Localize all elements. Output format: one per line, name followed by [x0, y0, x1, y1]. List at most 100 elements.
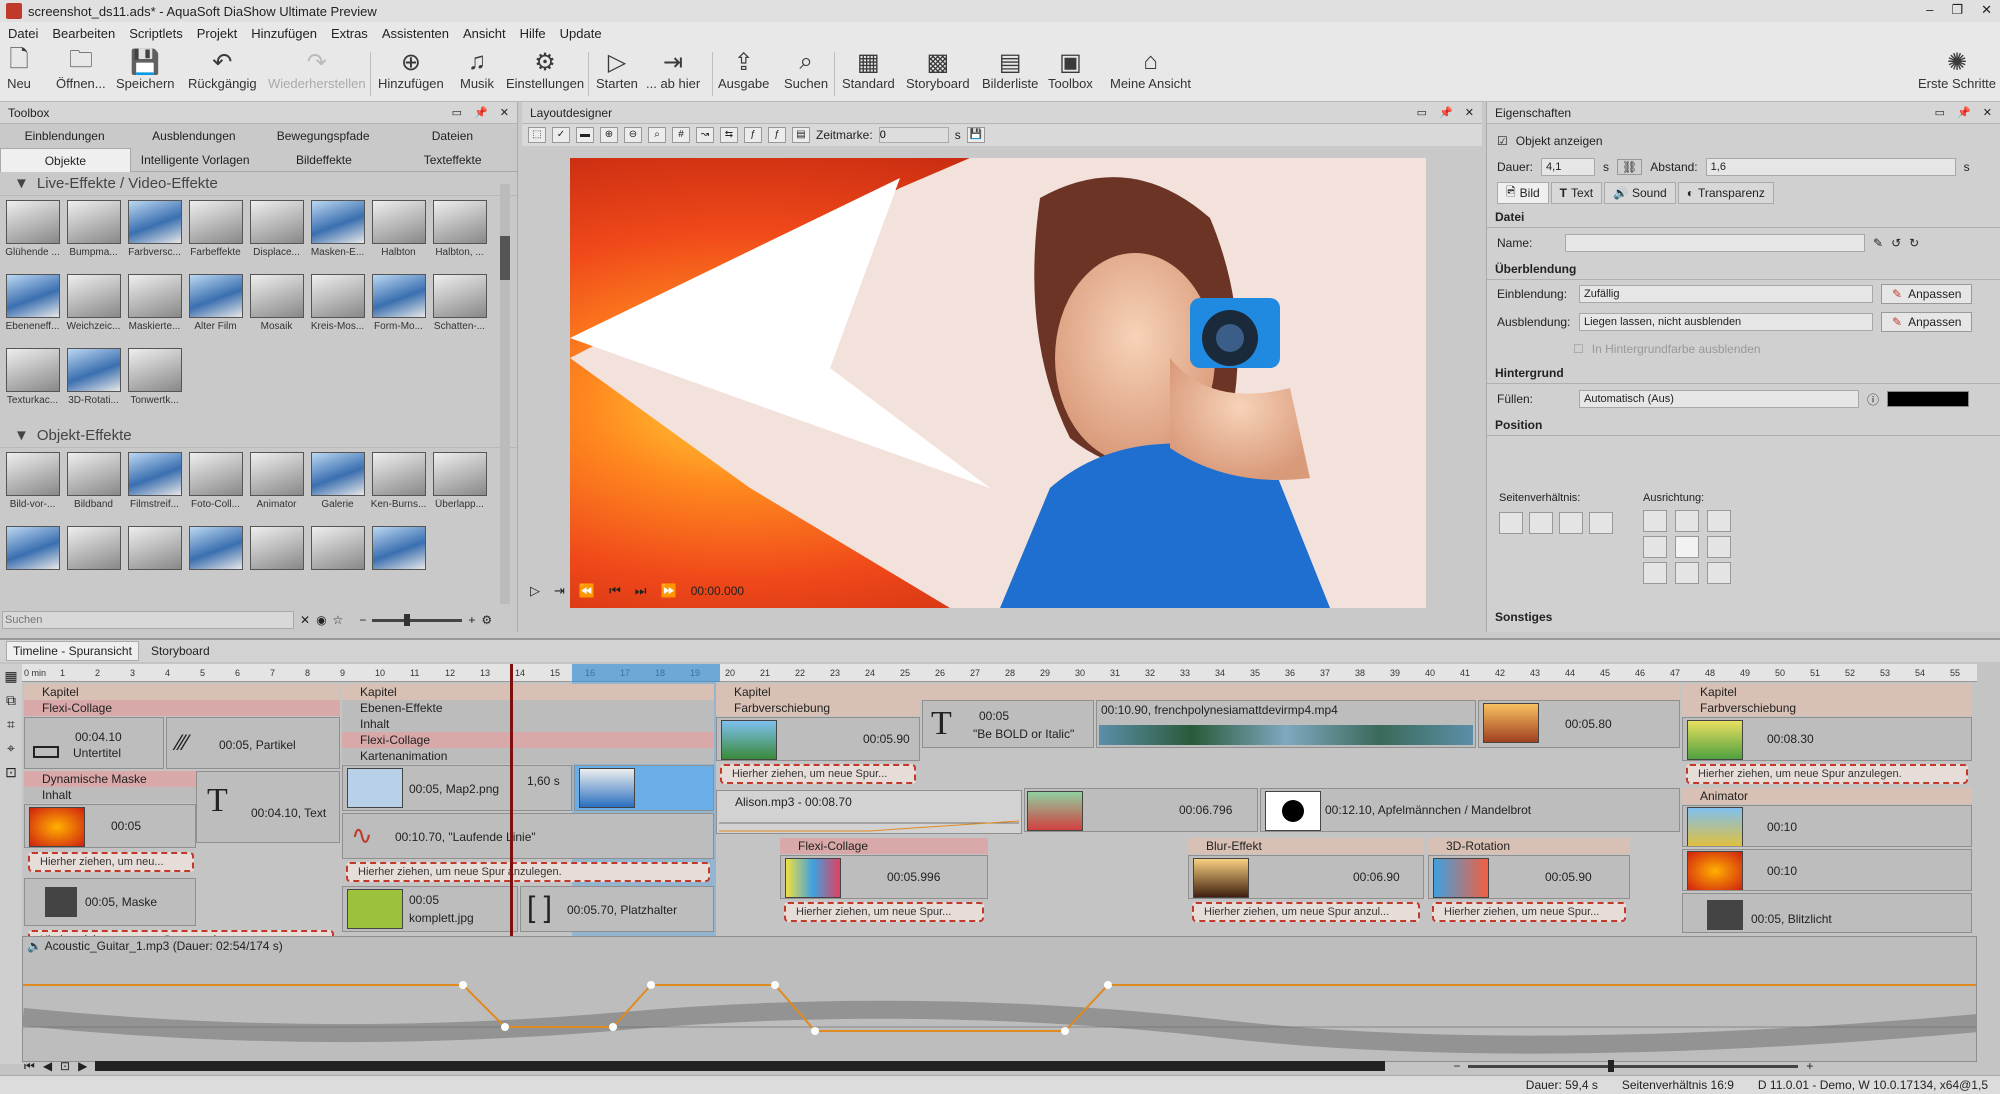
object-effect-item[interactable]: Foto-Coll... [187, 452, 244, 522]
live-effect-item[interactable]: Bumpma... [65, 200, 122, 270]
panel-minimize-icon[interactable]: ▭ [1935, 106, 1945, 119]
tab-dateien[interactable]: Dateien [388, 129, 517, 143]
zoom-out-tool-icon[interactable]: ⊖ [624, 127, 642, 143]
toolbox-search-input[interactable] [2, 611, 294, 629]
live-effect-item[interactable]: Mosaik [248, 274, 305, 344]
audio-track[interactable]: 🔊 Acoustic_Guitar_1.mp3 (Dauer: 02:54/17… [22, 936, 1977, 1062]
edit-icon[interactable]: ✎ [1873, 236, 1883, 250]
minimize-button[interactable]: – [1926, 2, 1933, 18]
align-right-button[interactable] [1707, 536, 1731, 558]
prev-icon[interactable]: ◀ [43, 1059, 52, 1073]
section-live-effects[interactable]: ▼ Live-Effekte / Video-Effekte [0, 172, 517, 196]
aspect-fit-button[interactable] [1589, 512, 1613, 534]
bold-text-item[interactable]: T 00:05 "Be BOLD or Italic" [922, 700, 1094, 748]
flexi-collage-header[interactable]: Flexi-Collage [342, 732, 714, 748]
keyframe-tool-icon[interactable]: ƒ [744, 127, 762, 143]
blur-effekt-header[interactable]: Blur-Effekt [1188, 838, 1424, 854]
aspect-stretch-button[interactable] [1559, 512, 1583, 534]
drop-zone[interactable]: Hierher ziehen, um neue Spur anzulegen. [346, 862, 710, 882]
farbverschiebung-header[interactable]: Farbverschiebung [716, 700, 920, 716]
maske-item[interactable]: 00:05, Maske [24, 878, 196, 926]
film-tool-icon[interactable]: ▬ [576, 127, 594, 143]
object-effect-item[interactable]: Animator [248, 452, 305, 522]
tab-sound[interactable]: 🔊 Sound [1604, 182, 1676, 204]
map-item[interactable]: 00:05, Map2.png 1,60 s [342, 765, 572, 811]
object-effect-item[interactable] [4, 526, 61, 596]
undo-button[interactable]: ↶ Rückgängig [188, 48, 257, 92]
live-effect-item[interactable]: Schatten-... [431, 274, 488, 344]
platzhalter-item[interactable]: [ ] 00:05.70, Platzhalter [520, 886, 714, 932]
object-effect-item[interactable] [65, 526, 122, 596]
live-effect-item[interactable]: Texturkac... [4, 348, 61, 418]
rotate-right-icon[interactable]: ↻ [1909, 236, 1919, 250]
zoom-in-icon[interactable]: + [1806, 1059, 1813, 1073]
align-top-button[interactable] [1675, 510, 1699, 532]
tab-einblendungen[interactable]: Einblendungen [0, 129, 129, 143]
object-effect-item[interactable] [309, 526, 366, 596]
link-icon[interactable]: ⛓ [1617, 159, 1643, 175]
menu-scriptlets[interactable]: Scriptlets [129, 26, 182, 41]
keyframe2-tool-icon[interactable]: ƒ [768, 127, 786, 143]
grid-tool-icon[interactable]: # [672, 127, 690, 143]
open-button[interactable]: 🗀 Öffnen... [56, 46, 106, 92]
dauer-input[interactable]: 4,1 [1541, 158, 1596, 176]
tab-storyboard[interactable]: Storyboard [151, 644, 210, 658]
toolbox-scrollbar[interactable] [500, 184, 510, 604]
3d-rotation-header[interactable]: 3D-Rotation [1428, 838, 1630, 854]
menu-extras[interactable]: Extras [331, 26, 368, 41]
photo-item[interactable]: 00:10 [1682, 849, 1972, 891]
tab-intelligente-vorlagen[interactable]: Intelligente Vorlagen [131, 153, 260, 167]
check-tool-icon[interactable]: ✓ [552, 127, 570, 143]
abstand-input[interactable]: 1,6 [1705, 158, 1956, 176]
marker-tool-icon[interactable]: ▤ [792, 127, 810, 143]
zeitmarke-input[interactable] [878, 127, 949, 143]
object-effect-item[interactable]: Ken-Burns... [370, 452, 427, 522]
photo-item[interactable]: 00:06.90 [1188, 855, 1424, 899]
view-storyboard-button[interactable]: ▩ Storyboard [906, 48, 970, 92]
drop-zone[interactable]: Hierher ziehen, um neue Spur anzulegen. [1686, 764, 1968, 784]
show-object-checkbox[interactable]: ☑ [1497, 134, 1508, 148]
inhalt-header[interactable]: Inhalt [24, 787, 196, 803]
live-effect-item[interactable]: Glühende ... [4, 200, 61, 270]
motion-tool-icon[interactable]: ⇆ [720, 127, 738, 143]
rotate-left-icon[interactable]: ↺ [1891, 236, 1901, 250]
farbverschiebung-header[interactable]: Farbverschiebung [1682, 700, 1972, 716]
next-icon[interactable]: ▶ [78, 1059, 87, 1073]
clear-icon[interactable]: ✕ [300, 613, 310, 627]
menu-hinzufuegen[interactable]: Hinzufügen [251, 26, 317, 41]
save-button[interactable]: 💾 Speichern [116, 48, 175, 92]
animator-header[interactable]: Animator [1682, 788, 1972, 804]
settings-button[interactable]: ⚙ Einstellungen [506, 48, 584, 92]
selected-photo-item[interactable] [574, 765, 714, 811]
tab-text[interactable]: T Text [1550, 182, 1603, 204]
eye-icon[interactable]: ◉ [316, 613, 326, 627]
aspect-fill-button[interactable] [1529, 512, 1553, 534]
align-left-button[interactable] [1643, 536, 1667, 558]
tab-timeline[interactable]: Timeline - Spuransicht [6, 641, 139, 661]
menu-ansicht[interactable]: Ansicht [463, 26, 506, 41]
panel-minimize-icon[interactable]: ▭ [1417, 106, 1427, 119]
redo-button[interactable]: ↷ Wiederherstellen [268, 48, 366, 92]
inhalt-header[interactable]: Inhalt [342, 716, 714, 732]
ausblendung-anpassen-button[interactable]: ✎ Anpassen [1881, 312, 1973, 332]
zoom-in-icon[interactable]: + [468, 613, 475, 627]
preview-stage[interactable] [570, 158, 1426, 608]
rewind-icon[interactable]: ⏪ [579, 583, 595, 599]
align-bottom-button[interactable] [1675, 562, 1699, 584]
menu-update[interactable]: Update [560, 26, 602, 41]
object-effect-item[interactable]: Filmstreif... [126, 452, 183, 522]
flexi-collage-header[interactable]: Flexi-Collage [780, 838, 988, 854]
menu-hilfe[interactable]: Hilfe [520, 26, 546, 41]
music-button[interactable]: ♫ Musik [460, 48, 494, 91]
settings-search-icon[interactable]: ⚙ [481, 613, 492, 627]
tab-bildeffekte[interactable]: Bildeffekte [260, 153, 389, 167]
partikel-item[interactable]: ⁄⁄⁄ 00:05, Partikel [166, 717, 340, 769]
tab-texteffekte[interactable]: Texteffekte [388, 153, 517, 167]
name-input[interactable] [1565, 234, 1865, 252]
zoom-fit-tool-icon[interactable]: ⌕ [648, 127, 666, 143]
save-marker-icon[interactable]: 💾 [966, 127, 985, 143]
panel-pin-icon[interactable]: 📌 [1957, 106, 1971, 119]
line-item[interactable]: ∿ 00:10.70, "Laufende Linie" [342, 813, 714, 859]
horizontal-scrollbar[interactable] [95, 1061, 1386, 1071]
zoom-out-icon[interactable]: − [359, 613, 366, 627]
